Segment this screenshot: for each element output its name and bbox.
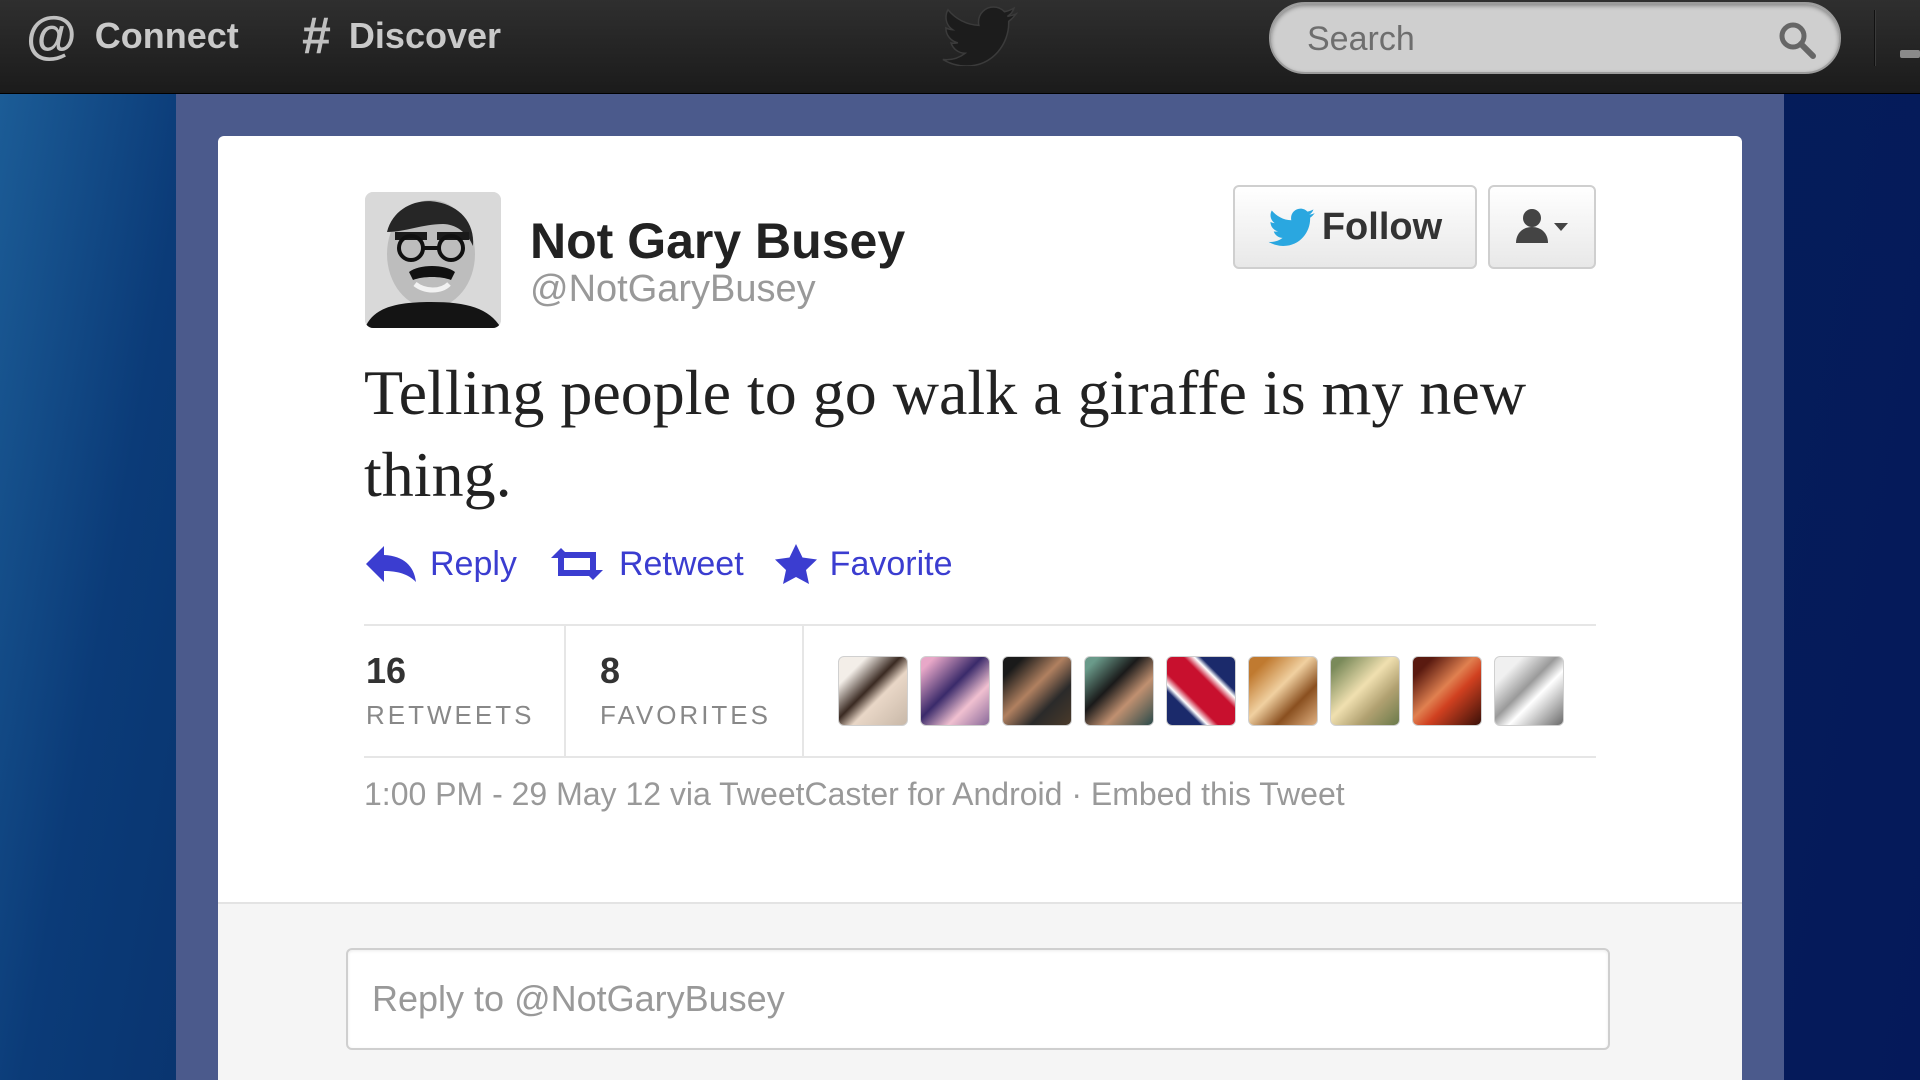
retweet-label: Retweet [618,544,744,583]
star-icon [774,544,817,584]
follow-label: Follow [1321,205,1443,248]
retweets-label: RETWEETS [366,700,535,730]
at-icon: @ [26,7,77,65]
retweet-icon [550,548,603,580]
retweet-action[interactable]: Retweet [547,544,744,584]
twitter-bird-icon[interactable] [942,6,1018,66]
reply-arrow-icon [366,546,416,582]
tweet-timestamp[interactable]: 1:00 PM - 29 May 12 via TweetCaster for … [364,776,1062,812]
favoriter-avatar[interactable] [1166,656,1236,726]
favorite-action[interactable]: Favorite [774,543,953,585]
tweet-actions: Reply Retweet Favorite [364,538,983,590]
favoriter-avatar[interactable] [1330,656,1400,726]
account-menu-edge[interactable] [1900,50,1920,58]
hashtag-icon: # [302,7,331,65]
stats-divider-top [364,624,1596,626]
reply-input[interactable] [346,948,1610,1050]
author-name[interactable]: Not Gary Busey [530,212,905,270]
twitter-bird-icon [1268,208,1315,246]
nav-discover-label: Discover [348,15,502,56]
reply-area [218,902,1742,1080]
tweet-card: Not Gary Busey @NotGaryBusey Follow Tell… [218,136,1742,1080]
stat-separator [802,626,804,756]
person-dropdown-icon [1516,209,1568,243]
favoriter-avatar[interactable] [838,656,908,726]
stats-divider-bottom [364,756,1596,758]
favoriter-avatars [838,656,1576,726]
favorite-label: Favorite [829,544,953,583]
favoriter-avatar[interactable] [920,656,990,726]
nav-discover[interactable]: # Discover [302,8,501,64]
favoriter-avatar[interactable] [1002,656,1072,726]
author-handle[interactable]: @NotGaryBusey [530,268,816,311]
favoriter-avatar[interactable] [1412,656,1482,726]
favoriter-avatar[interactable] [1084,656,1154,726]
favoriter-avatar[interactable] [1494,656,1564,726]
meta-separator: · [1062,776,1091,812]
top-navigation-bar: @ Connect # Discover [0,0,1920,94]
favorites-label: FAVORITES [600,700,771,730]
avatar-image [365,192,501,328]
search-icon[interactable] [1777,20,1817,60]
retweets-count: 16 [366,650,407,691]
favorites-count: 8 [600,650,621,691]
reply-action[interactable]: Reply [364,544,517,584]
follow-button[interactable]: Follow [1233,185,1477,269]
favorites-stat[interactable]: 8 FAVORITES [600,650,771,731]
search-input[interactable] [1307,16,1737,62]
reply-label: Reply [430,544,517,583]
author-avatar[interactable] [365,192,501,328]
retweets-stat[interactable]: 16 RETWEETS [366,650,534,731]
nav-connect-label: Connect [94,15,239,56]
tweet-meta: 1:00 PM - 29 May 12 via TweetCaster for … [364,776,1345,813]
nav-connect[interactable]: @ Connect [26,8,239,64]
embed-tweet-link[interactable]: Embed this Tweet [1091,776,1345,812]
tweet-text: Telling people to go walk a giraffe is m… [364,357,1527,510]
stat-separator [564,626,566,756]
user-actions-button[interactable] [1488,185,1596,269]
topbar-divider [1874,10,1876,66]
favoriter-avatar[interactable] [1248,656,1318,726]
search-box[interactable] [1269,2,1841,74]
